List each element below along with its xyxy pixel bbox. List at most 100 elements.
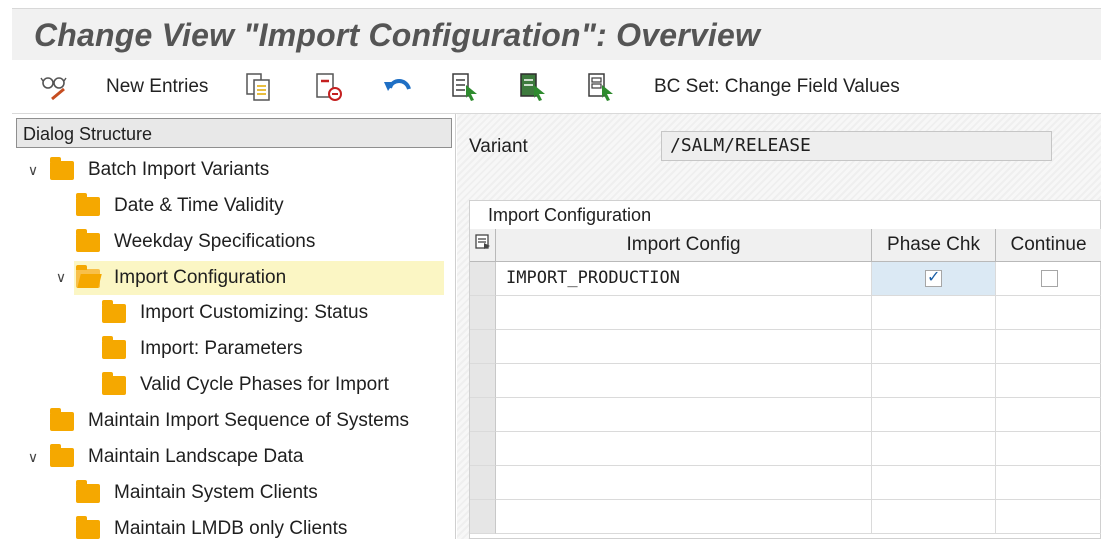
delete-icon — [314, 72, 344, 102]
tree-item-batch-import-variants[interactable]: ∨ Batch Import Variants — [22, 153, 269, 187]
import-config-cell[interactable] — [496, 364, 872, 398]
row-selector[interactable] — [470, 262, 496, 296]
tree-item-import-configuration[interactable]: Import Configuration — [74, 261, 444, 295]
table-row-empty — [470, 466, 1101, 500]
column-header-import-config[interactable]: Import Config — [496, 229, 872, 262]
table-settings-icon — [474, 234, 491, 256]
tree-item-maintain-landscape-data[interactable]: ∨ Maintain Landscape Data — [22, 440, 303, 474]
tree-item-weekday-specifications[interactable]: Weekday Specifications — [76, 225, 315, 259]
tree-item-label: Maintain Import Sequence of Systems — [88, 410, 410, 431]
tree-item-label: Valid Cycle Phases for Import — [140, 374, 389, 395]
continue-cell — [996, 262, 1101, 296]
phase-chk-cell — [872, 364, 996, 398]
import-config-cell[interactable] — [496, 432, 872, 466]
chevron-down-icon[interactable]: ∨ — [22, 449, 44, 466]
tree-item-maintain-system-clients[interactable]: Maintain System Clients — [76, 476, 318, 510]
new-entries-button[interactable]: New Entries — [106, 72, 208, 102]
row-selector[interactable] — [470, 398, 496, 432]
row-selector[interactable] — [470, 296, 496, 330]
column-header-phase-chk[interactable]: Phase Chk — [872, 229, 996, 262]
toolbar: New Entries BC Set: Change Field Values — [12, 60, 1101, 114]
table-row: IMPORT_PRODUCTION — [470, 262, 1101, 296]
row-selector[interactable] — [470, 364, 496, 398]
folder-icon — [102, 371, 126, 395]
select-all-icon — [450, 72, 480, 102]
import-config-cell[interactable] — [496, 296, 872, 330]
folder-icon — [76, 192, 100, 216]
phase-chk-checkbox[interactable] — [925, 267, 942, 287]
phase-chk-cell — [872, 296, 996, 330]
bc-set-label: BC Set: Change Field Values — [654, 76, 900, 97]
tree-item-valid-cycle-phases[interactable]: Valid Cycle Phases for Import — [102, 368, 389, 402]
glasses-pencil-icon — [40, 72, 70, 102]
continue-cell — [996, 398, 1101, 432]
dialog-structure-header: Dialog Structure — [16, 118, 452, 148]
bc-set-button[interactable]: BC Set: Change Field Values — [654, 72, 900, 102]
tree-item-label: Import Configuration — [114, 267, 287, 288]
select-block-button[interactable] — [518, 72, 548, 102]
tree-item-label: Batch Import Variants — [88, 159, 270, 180]
undo-icon — [382, 72, 414, 102]
table-title: Import Configuration — [488, 205, 652, 225]
continue-cell — [996, 500, 1101, 534]
column-header-continue[interactable]: Continue — [996, 229, 1101, 262]
table-row-empty — [470, 296, 1101, 330]
table-row-empty — [470, 432, 1101, 466]
variant-label: Variant — [469, 136, 528, 157]
chevron-down-icon[interactable]: ∨ — [50, 269, 72, 286]
row-selector[interactable] — [470, 432, 496, 466]
table-settings-button[interactable] — [470, 229, 496, 262]
copy-icon — [244, 72, 274, 102]
table-row-empty — [470, 364, 1101, 398]
undo-button[interactable] — [382, 72, 414, 102]
select-all-button[interactable] — [450, 72, 480, 102]
folder-icon — [76, 228, 100, 252]
phase-chk-cell — [872, 500, 996, 534]
import-config-cell[interactable] — [496, 398, 872, 432]
folder-icon — [102, 299, 126, 323]
tree-item-label: Maintain Landscape Data — [88, 446, 304, 467]
deselect-all-button[interactable] — [586, 72, 616, 102]
detail-panel: Variant /SALM/RELEASE Import Configurati… — [457, 114, 1101, 539]
table-row-empty — [470, 398, 1101, 432]
phase-chk-cell — [872, 432, 996, 466]
table-row-empty — [470, 500, 1101, 534]
row-selector[interactable] — [470, 500, 496, 534]
tree-item-maintain-lmdb-clients[interactable]: Maintain LMDB only Clients — [76, 512, 347, 539]
tree-item-label: Weekday Specifications — [114, 231, 316, 252]
continue-cell — [996, 364, 1101, 398]
phase-chk-cell — [872, 466, 996, 500]
row-selector[interactable] — [470, 330, 496, 364]
continue-checkbox[interactable] — [1041, 270, 1058, 287]
copy-button[interactable] — [244, 72, 274, 102]
tree-item-label: Date & Time Validity — [114, 195, 284, 216]
new-entries-label: New Entries — [106, 76, 209, 97]
continue-cell — [996, 432, 1101, 466]
tree-item-label: Maintain System Clients — [114, 482, 318, 503]
continue-cell — [996, 466, 1101, 500]
deselect-all-icon — [586, 72, 616, 102]
import-config-cell[interactable] — [496, 330, 872, 364]
table-row-empty — [470, 330, 1101, 364]
import-config-cell[interactable] — [496, 500, 872, 534]
continue-cell — [996, 296, 1101, 330]
import-config-cell[interactable]: IMPORT_PRODUCTION — [496, 262, 872, 296]
tree-item-label: Maintain LMDB only Clients — [114, 518, 348, 539]
tree-item-maintain-import-sequence[interactable]: Maintain Import Sequence of Systems — [50, 404, 409, 438]
row-selector[interactable] — [470, 466, 496, 500]
display-change-button[interactable] — [40, 72, 70, 102]
delete-button[interactable] — [314, 72, 344, 102]
import-configuration-table: Import Configuration Import Config Phase… — [469, 200, 1101, 539]
page-title: Change View "Import Configuration": Over… — [34, 17, 761, 53]
folder-icon — [102, 335, 126, 359]
tree-item-date-time-validity[interactable]: Date & Time Validity — [76, 189, 284, 223]
folder-icon — [50, 443, 74, 467]
chevron-down-icon[interactable]: ∨ — [22, 162, 44, 179]
open-folder-icon — [76, 264, 100, 288]
title-bar: Change View "Import Configuration": Over… — [12, 8, 1101, 60]
import-config-cell[interactable] — [496, 466, 872, 500]
variant-field[interactable]: /SALM/RELEASE — [661, 131, 1052, 161]
select-block-icon — [518, 72, 548, 102]
tree-item-import-customizing-status[interactable]: Import Customizing: Status — [102, 296, 368, 330]
tree-item-import-parameters[interactable]: Import: Parameters — [102, 332, 303, 366]
